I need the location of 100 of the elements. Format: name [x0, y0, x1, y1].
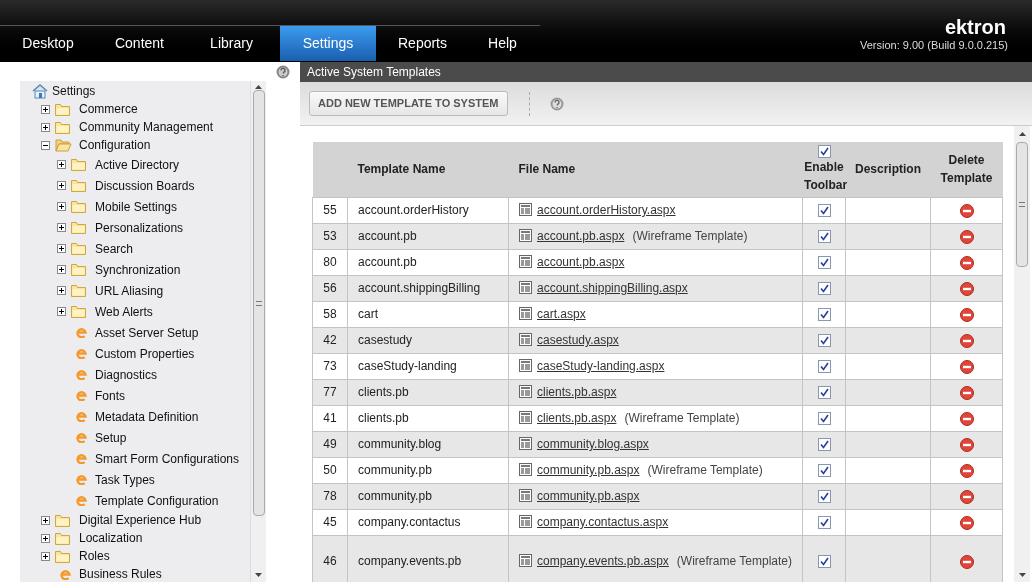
- delete-icon[interactable]: [959, 489, 974, 504]
- collapse-icon[interactable]: [40, 140, 50, 150]
- delete-icon[interactable]: [959, 333, 974, 348]
- expand-icon[interactable]: [56, 265, 66, 274]
- tree-item[interactable]: Localization: [79, 529, 143, 547]
- file-link[interactable]: account.pb.aspx: [537, 255, 625, 269]
- tree-item[interactable]: Template Configuration: [95, 491, 219, 510]
- checkbox[interactable]: [817, 256, 831, 270]
- delete-icon[interactable]: [959, 463, 974, 478]
- checkbox[interactable]: [817, 516, 831, 530]
- delete-icon[interactable]: [959, 411, 974, 426]
- tree-item[interactable]: Personalizations: [95, 218, 184, 237]
- tree-item[interactable]: Search: [95, 239, 134, 258]
- tree-item[interactable]: Configuration: [79, 136, 151, 154]
- file-link[interactable]: clients.pb.aspx: [537, 385, 617, 399]
- checkbox[interactable]: [817, 386, 831, 400]
- tree-item[interactable]: Smart Form Configurations: [95, 449, 240, 468]
- file-link[interactable]: company.events.pb.aspx: [537, 554, 669, 568]
- delete-icon[interactable]: [959, 385, 974, 400]
- delete-icon[interactable]: [959, 554, 974, 569]
- checkbox[interactable]: [817, 308, 831, 322]
- expand-icon[interactable]: [40, 122, 50, 132]
- tree-item[interactable]: Digital Experience Hub: [79, 511, 202, 529]
- template-icon: [519, 385, 532, 398]
- help-icon[interactable]: [276, 65, 290, 79]
- nav-tab[interactable]: Desktop: [0, 26, 96, 61]
- file-link[interactable]: cart.aspx: [537, 307, 586, 321]
- file-link[interactable]: community.pb.aspx: [537, 463, 640, 477]
- table-cell: account.pb: [358, 255, 417, 269]
- folder-icon: [71, 179, 87, 192]
- tree-item[interactable]: Roles: [79, 547, 110, 565]
- scroll-down-icon[interactable]: [255, 573, 262, 577]
- tree-item[interactable]: Task Types: [95, 470, 155, 489]
- expand-icon[interactable]: [56, 160, 66, 169]
- delete-icon[interactable]: [959, 307, 974, 322]
- nav-tab[interactable]: Help: [469, 26, 536, 61]
- expand-icon[interactable]: [56, 223, 66, 232]
- tree-item[interactable]: Web Alerts: [95, 302, 153, 321]
- checkbox[interactable]: [817, 438, 831, 452]
- table-cell: 56: [323, 281, 337, 295]
- note-text: (Wireframe Template): [676, 554, 792, 568]
- file-link[interactable]: community.pb.aspx: [537, 489, 640, 503]
- checkbox[interactable]: [817, 464, 831, 478]
- tree-item[interactable]: Diagnostics: [95, 365, 158, 384]
- tree-item[interactable]: Settings: [52, 82, 96, 100]
- tree-item[interactable]: Asset Server Setup: [95, 323, 199, 342]
- delete-icon[interactable]: [959, 515, 974, 530]
- expand-icon[interactable]: [56, 181, 66, 190]
- expand-icon[interactable]: [40, 515, 50, 525]
- expand-icon[interactable]: [56, 202, 66, 211]
- checkbox[interactable]: [817, 204, 831, 218]
- file-link[interactable]: clients.pb.aspx: [537, 411, 617, 425]
- checkbox[interactable]: [817, 490, 831, 504]
- scrollbar[interactable]: [250, 81, 266, 582]
- checkbox[interactable]: [817, 412, 831, 426]
- tree-item[interactable]: Discussion Boards: [95, 176, 195, 195]
- folder-icon: [55, 120, 71, 134]
- expand-icon[interactable]: [40, 551, 50, 561]
- checkbox[interactable]: [817, 360, 831, 374]
- tree-item[interactable]: Mobile Settings: [95, 197, 178, 216]
- expand-icon[interactable]: [56, 244, 66, 253]
- expand-icon[interactable]: [40, 104, 50, 114]
- nav-tab[interactable]: Reports: [376, 26, 469, 61]
- delete-icon[interactable]: [959, 437, 974, 452]
- tree-item[interactable]: Business Rules: [79, 565, 162, 582]
- scroll-up-icon[interactable]: [1018, 132, 1026, 136]
- table-cell: clients.pb: [358, 385, 409, 399]
- tree-item[interactable]: Synchronization: [95, 260, 181, 279]
- nav-tab[interactable]: Content: [96, 26, 183, 61]
- tree-item[interactable]: URL Aliasing: [95, 281, 164, 300]
- delete-icon[interactable]: [959, 359, 974, 374]
- delete-icon[interactable]: [959, 203, 974, 218]
- delete-icon[interactable]: [959, 229, 974, 244]
- add-template-button[interactable]: ADD NEW TEMPLATE TO SYSTEM: [309, 91, 508, 116]
- file-link[interactable]: account.pb.aspx: [537, 229, 625, 243]
- checkbox[interactable]: [817, 555, 831, 569]
- tree-item[interactable]: Metadata Definition: [95, 407, 199, 426]
- scroll-down-icon[interactable]: [1018, 573, 1026, 577]
- expand-icon[interactable]: [56, 307, 66, 316]
- help-icon[interactable]: [549, 96, 564, 111]
- tree-item[interactable]: Custom Properties: [95, 344, 195, 363]
- checkbox[interactable]: [817, 144, 831, 158]
- nav-tab[interactable]: Library: [183, 26, 280, 61]
- checkbox[interactable]: [817, 334, 831, 348]
- tree-item[interactable]: Commerce: [79, 100, 138, 118]
- table-cell: 80: [323, 255, 337, 269]
- checkbox[interactable]: [817, 230, 831, 244]
- tree-item[interactable]: Active Directory: [95, 155, 180, 174]
- checkbox[interactable]: [817, 282, 831, 296]
- file-link[interactable]: casestudy.aspx: [537, 333, 619, 347]
- expand-icon[interactable]: [40, 533, 50, 543]
- table-cell: community.pb: [358, 463, 432, 477]
- nav-tab[interactable]: Settings: [280, 26, 376, 61]
- tree-item[interactable]: Community Management: [79, 118, 214, 136]
- delete-icon[interactable]: [959, 281, 974, 296]
- delete-icon[interactable]: [959, 255, 974, 270]
- tree-item[interactable]: Setup: [95, 428, 127, 447]
- scrollbar[interactable]: [1014, 126, 1030, 582]
- expand-icon[interactable]: [56, 286, 66, 295]
- tree-item[interactable]: Fonts: [95, 386, 125, 405]
